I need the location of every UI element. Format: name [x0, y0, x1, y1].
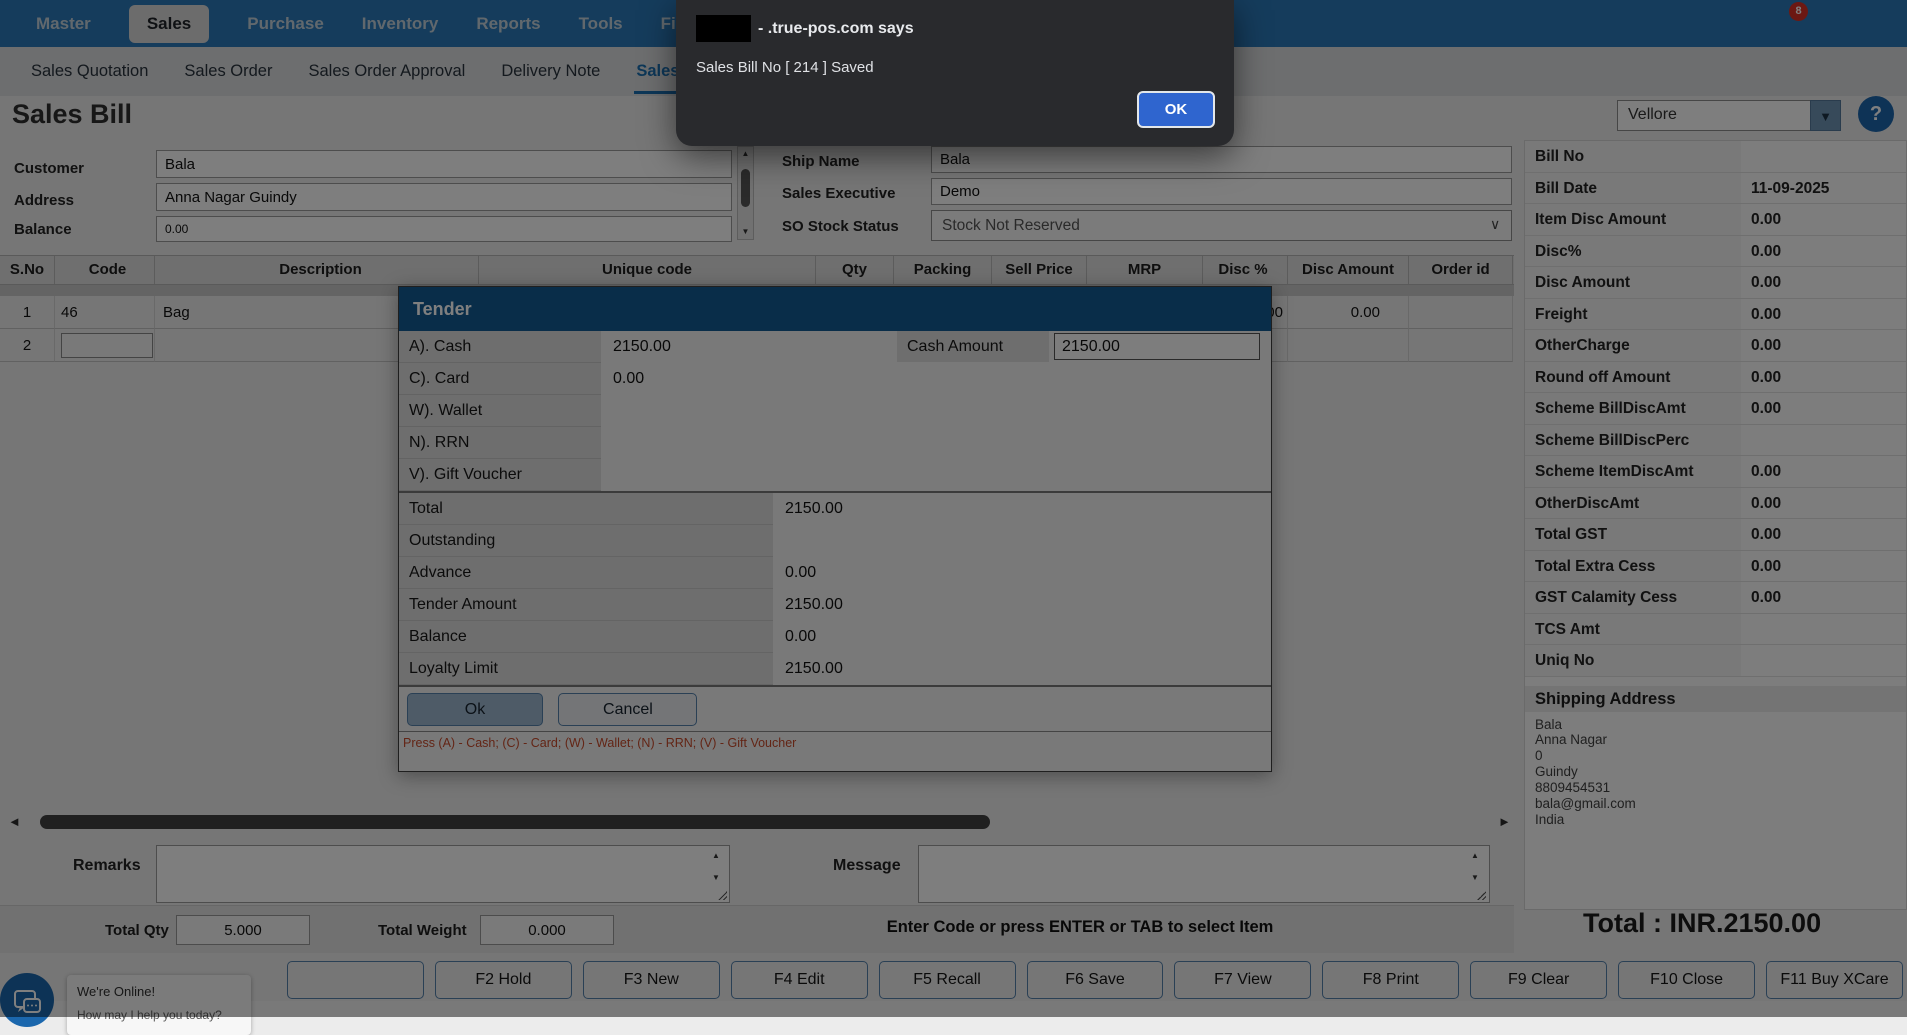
alert-ok-button[interactable]: OK [1137, 91, 1215, 128]
modal-dim-overlay [0, 0, 1907, 1017]
redacted-site-prefix [696, 15, 751, 42]
alert-site-text: - .true-pos.com says [758, 20, 914, 38]
browser-alert-dialog: - .true-pos.com says Sales Bill No [ 214… [676, 0, 1234, 146]
alert-message: Sales Bill No [ 214 ] Saved [696, 59, 1214, 76]
